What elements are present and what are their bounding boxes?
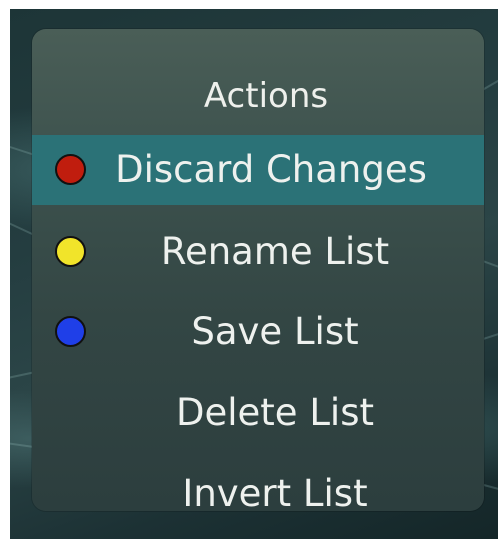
menu-item-label: Delete List (175, 391, 374, 434)
menu-item-save-list[interactable]: Save List (32, 297, 484, 367)
actions-menu-panel: Actions Discard Changes Rename List Save… (32, 29, 484, 511)
menu-item-label: Rename List (160, 230, 390, 273)
menu-item-label: Invert List (182, 472, 368, 511)
menu-item-discard-changes[interactable]: Discard Changes (32, 135, 484, 205)
menu-item-rename-list[interactable]: Rename List (32, 217, 484, 287)
menu-item-label: Discard Changes (115, 148, 427, 191)
menu-title: Actions (203, 76, 329, 116)
menu-item-invert-list[interactable]: Invert List (32, 459, 484, 511)
menu-item-delete-list[interactable]: Delete List (32, 378, 484, 448)
menu-item-label: Save List (191, 310, 359, 353)
